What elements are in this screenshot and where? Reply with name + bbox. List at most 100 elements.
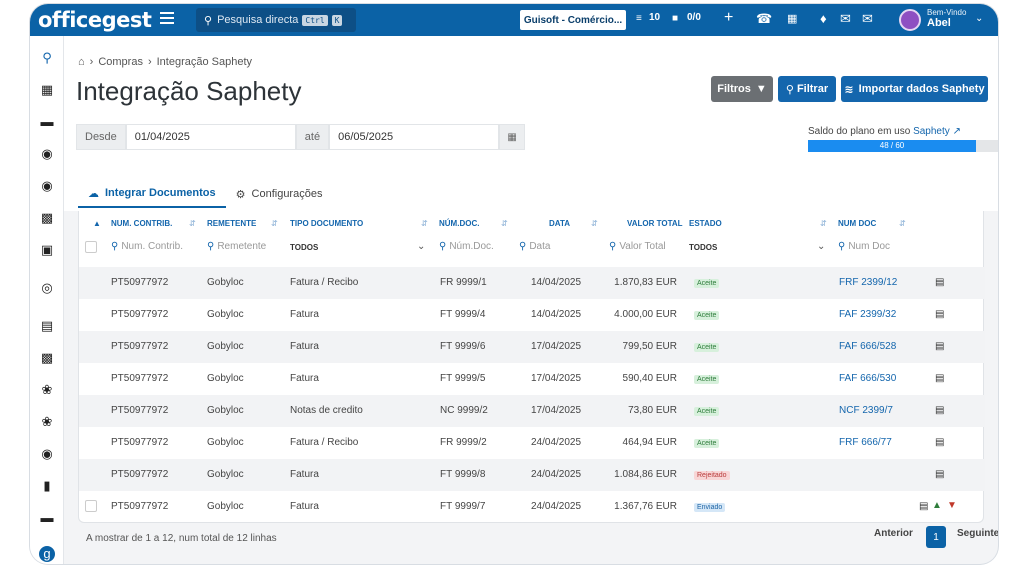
sidebar-brand-icon[interactable]: ◉: [39, 146, 55, 162]
page-1-button[interactable]: 1: [926, 526, 946, 548]
user-greeting[interactable]: Bem-Vindo Abel: [927, 8, 966, 29]
importar-saphety-button[interactable]: ≋ Importar dados Saphety: [841, 76, 988, 102]
table-row[interactable]: PT50977972 Gobyloc Fatura / Recibo FR 9999/…: [79, 427, 985, 459]
table-row[interactable]: PT50977972 Gobyloc Fatura FT 9999/4 14/04/20…: [79, 299, 985, 331]
filtrar-button[interactable]: ⚲ Filtrar: [778, 76, 836, 102]
row-checkbox[interactable]: [85, 500, 97, 512]
prev-page-button[interactable]: Anterior: [874, 528, 913, 539]
table-row[interactable]: PT50977972 Gobyloc Fatura FT 9999/7 24/04/20…: [79, 491, 985, 523]
sort-icon[interactable]: ⇵: [820, 219, 827, 228]
sidebar-pos-icon[interactable]: ▣: [39, 242, 55, 258]
pdf-icon[interactable]: ▤: [935, 469, 944, 480]
col-num-doc[interactable]: NÚM.DOC.: [439, 219, 479, 228]
pdf-icon[interactable]: ▤: [935, 373, 944, 384]
cell-num-doc-link[interactable]: NCF 2399/7: [839, 405, 893, 416]
next-page-button[interactable]: Seguinte: [957, 528, 998, 539]
docs-count[interactable]: 0/0: [687, 12, 701, 23]
bell-icon[interactable]: ♦: [820, 11, 827, 26]
company-selector[interactable]: Guisoft - Comércio...: [520, 10, 626, 30]
phone-icon[interactable]: ☎: [756, 11, 772, 27]
cell-num-doc-link[interactable]: FRF 2399/12: [839, 277, 897, 288]
sort-icon[interactable]: ⇵: [591, 219, 598, 228]
external-link-icon[interactable]: ↗: [953, 126, 961, 137]
sort-icon[interactable]: ⇵: [899, 219, 906, 228]
pdf-icon[interactable]: ▤: [935, 277, 944, 288]
grid-icon[interactable]: ▦: [787, 12, 797, 25]
sidebar-target-icon[interactable]: ◎: [39, 280, 55, 296]
mail-icon[interactable]: ✉: [840, 11, 851, 27]
sidebar-building-icon[interactable]: ▦: [39, 82, 55, 98]
pdf-icon[interactable]: ▤: [935, 437, 944, 448]
pdf-icon[interactable]: ▤: [935, 309, 944, 320]
saphety-link[interactable]: Saphety: [913, 126, 950, 137]
sidebar-bug2-icon[interactable]: ❀: [39, 414, 55, 430]
col-tipo-documento[interactable]: TIPO DOCUMENTO: [290, 219, 363, 228]
chevron-down-icon[interactable]: ⌄: [817, 241, 825, 252]
sidebar-bug-icon[interactable]: ❀: [39, 382, 55, 398]
sidebar-folder-icon[interactable]: ▬: [39, 510, 55, 526]
sort-up-icon[interactable]: ▲: [93, 219, 101, 228]
filter-estado-select[interactable]: TODOS: [689, 243, 717, 252]
avatar[interactable]: [899, 9, 921, 31]
sidebar-id-icon[interactable]: ▩: [39, 350, 55, 366]
cell-num-doc-link[interactable]: FRF 666/77: [839, 437, 892, 448]
chevron-down-icon[interactable]: ⌄: [975, 13, 983, 24]
col-remetente[interactable]: REMETENTE: [207, 219, 256, 228]
add-icon[interactable]: +: [724, 9, 733, 27]
col-valor-total[interactable]: VALOR TOTAL: [627, 219, 683, 228]
sidebar-brand2-icon[interactable]: ◉: [39, 178, 55, 194]
date-to-input[interactable]: 06/05/2025: [329, 124, 500, 150]
docs-icon[interactable]: ■: [672, 13, 678, 24]
filter-tipo-select[interactable]: TODOS: [290, 243, 318, 252]
app-logo[interactable]: officegest: [38, 8, 152, 32]
col-num-doc-2[interactable]: NUM DOC: [838, 219, 876, 228]
chevron-down-icon[interactable]: ⌄: [417, 241, 425, 252]
sort-icon[interactable]: ⇵: [189, 219, 196, 228]
col-estado[interactable]: ESTADO: [689, 219, 722, 228]
pdf-icon[interactable]: ▤: [935, 341, 944, 352]
filter-num-doc-2[interactable]: ⚲ Num Doc: [838, 241, 890, 252]
filter-data[interactable]: ⚲ Data: [519, 241, 550, 252]
tasks-count[interactable]: 10: [649, 12, 660, 23]
sidebar-chart-icon[interactable]: ▤: [39, 318, 55, 334]
mail-alert-icon[interactable]: ✉: [862, 11, 873, 27]
tasks-icon[interactable]: ≡: [636, 13, 642, 24]
cell-num-doc-link[interactable]: FAF 666/530: [839, 373, 896, 384]
pdf-icon[interactable]: ▤: [919, 501, 928, 512]
filter-valor[interactable]: ⚲ Valor Total: [609, 241, 666, 252]
search-input[interactable]: ⚲ Pesquisa directa Ctrl K: [196, 8, 356, 32]
cell-num-doc-link[interactable]: FAF 666/528: [839, 341, 896, 352]
breadcrumb-compras[interactable]: Compras: [98, 56, 143, 68]
hamburger-menu-icon[interactable]: [160, 12, 174, 24]
pdf-icon[interactable]: ▤: [935, 405, 944, 416]
sidebar-drop-icon[interactable]: ◉: [39, 446, 55, 462]
sidebar-file-icon[interactable]: ▮: [39, 478, 55, 494]
sidebar-warehouse-icon[interactable]: ▩: [39, 210, 55, 226]
cell-num-doc-link[interactable]: FAF 2399/32: [839, 309, 896, 320]
filtros-button[interactable]: Filtros ▼: [711, 76, 773, 102]
filter-num-doc[interactable]: ⚲ Núm.Doc.: [439, 241, 494, 252]
col-data[interactable]: DATA: [549, 219, 570, 228]
sort-icon[interactable]: ⇵: [501, 219, 508, 228]
sidebar-app-icon[interactable]: g: [39, 546, 55, 562]
date-from-input[interactable]: 01/04/2025: [125, 124, 296, 150]
table-row[interactable]: PT50977972 Gobyloc Fatura FT 9999/6 17/04/20…: [79, 331, 985, 363]
tab-configuracoes[interactable]: ⚙ Configurações: [226, 180, 333, 208]
filter-num-contrib[interactable]: ⚲ Num. Contrib.: [111, 241, 183, 252]
select-all-checkbox[interactable]: [85, 241, 97, 253]
table-row[interactable]: PT50977972 Gobyloc Fatura FT 9999/5 17/04/20…: [79, 363, 985, 395]
sidebar-search-icon[interactable]: ⚲: [39, 50, 55, 66]
table-row[interactable]: PT50977972 Gobyloc Notas de credito NC 9999…: [79, 395, 985, 427]
tab-integrar-documentos[interactable]: ☁ Integrar Documentos: [78, 180, 226, 208]
table-row[interactable]: PT50977972 Gobyloc Fatura FT 9999/8 24/04/20…: [79, 459, 985, 491]
calendar-icon[interactable]: ▦: [499, 124, 526, 150]
table-row[interactable]: PT50977972 Gobyloc Fatura / Recibo FR 9999/…: [79, 267, 985, 299]
thumbs-up-icon[interactable]: ▲: [932, 500, 942, 511]
home-icon[interactable]: ⌂: [78, 56, 85, 68]
sort-icon[interactable]: ⇵: [421, 219, 428, 228]
thumbs-down-icon[interactable]: ▼: [947, 500, 957, 511]
sidebar-cart-icon[interactable]: ▬: [39, 114, 55, 130]
sort-icon[interactable]: ⇵: [271, 219, 278, 228]
col-num-contrib[interactable]: NUM. CONTRIB.: [111, 219, 172, 228]
filter-remetente[interactable]: ⚲ Remetente: [207, 241, 266, 252]
